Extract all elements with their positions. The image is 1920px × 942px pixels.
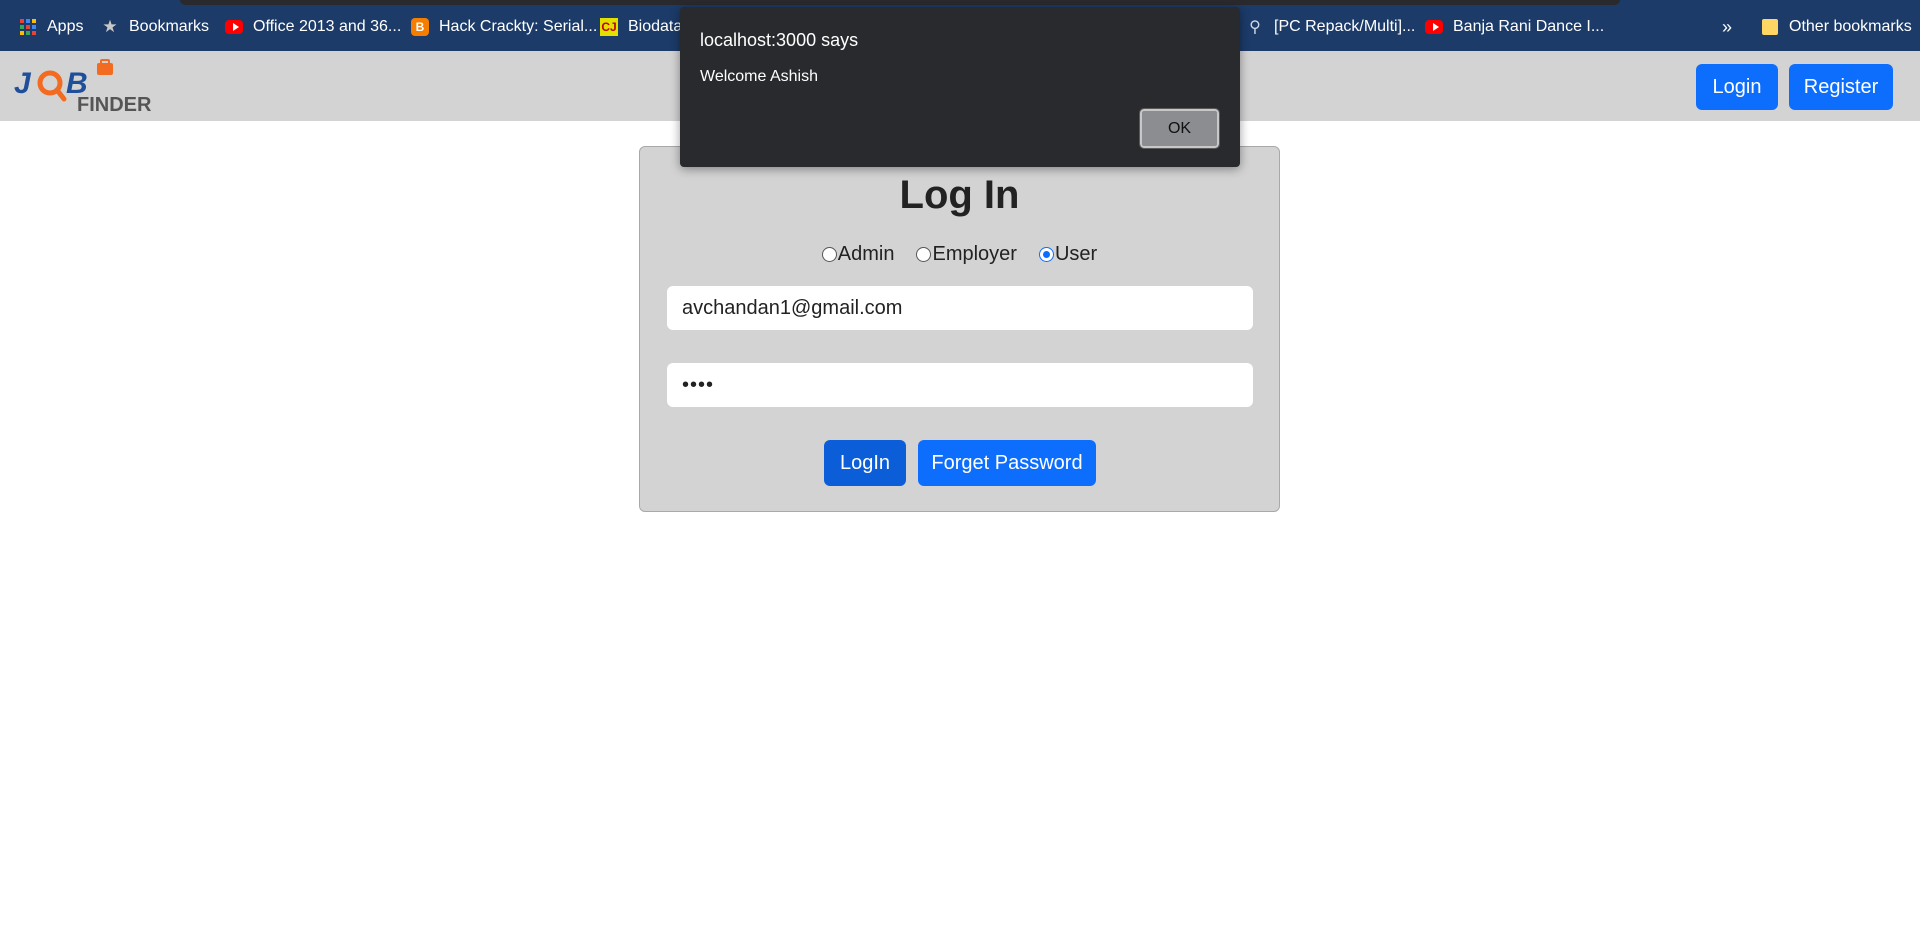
- dialog-message: Welcome Ashish: [700, 68, 818, 85]
- role-option-employer[interactable]: Employer: [916, 243, 1017, 266]
- password-value: ••••: [682, 373, 715, 396]
- logo-graphic: J B FINDER: [14, 59, 152, 116]
- forget-password-button[interactable]: Forget Password: [918, 440, 1096, 486]
- blogger-icon: B: [411, 18, 429, 36]
- bookmark-item-label: [PC Repack/Multi]...: [1274, 18, 1416, 35]
- star-icon: ★: [102, 17, 118, 36]
- bookmark-bookmarks[interactable]: ★ Bookmarks: [101, 16, 209, 38]
- alert-dialog: localhost:3000 says Welcome Ashish OK: [680, 7, 1240, 167]
- bookmark-item-label: Hack Crackty: Serial...: [439, 18, 598, 35]
- admin-label: Admin: [837, 243, 895, 265]
- bookmark-item-label: Biodata: [628, 18, 683, 35]
- bookmarks-overflow-button[interactable]: »: [1722, 16, 1732, 38]
- bookmark-item[interactable]: B Hack Crackty: Serial...: [411, 16, 597, 38]
- bookmark-item[interactable]: ⚲ [PC Repack/Multi]...: [1246, 16, 1415, 38]
- folder-icon: [1761, 18, 1779, 36]
- nav-register-button[interactable]: Register: [1789, 64, 1893, 110]
- bookmark-item[interactable]: CJ Biodata: [600, 16, 682, 38]
- email-field[interactable]: avchandan1@gmail.com: [667, 286, 1253, 330]
- bookmark-item[interactable]: Office 2013 and 36...: [225, 16, 401, 38]
- login-button[interactable]: LogIn: [824, 440, 906, 486]
- bookmark-item[interactable]: Banja Rani Dance I...: [1425, 16, 1604, 38]
- svg-text:FINDER: FINDER: [77, 94, 152, 113]
- bookmark-other[interactable]: Other bookmarks: [1761, 16, 1912, 38]
- bookmark-apps-label: Apps: [47, 18, 84, 35]
- svg-text:J: J: [14, 67, 32, 100]
- job-finder-logo[interactable]: J B FINDER: [14, 59, 154, 116]
- controller-icon: ⚲: [1249, 19, 1261, 36]
- role-selector: Admin Employer User: [640, 243, 1279, 266]
- bookmark-item-label: Banja Rani Dance I...: [1453, 18, 1605, 35]
- bookmark-apps[interactable]: Apps: [19, 16, 83, 38]
- user-label: User: [1054, 243, 1098, 265]
- tab-strip: [180, 0, 1620, 5]
- role-option-admin[interactable]: Admin: [821, 243, 895, 266]
- email-value: avchandan1@gmail.com: [682, 296, 903, 319]
- employer-radio[interactable]: [916, 247, 932, 262]
- dialog-title: localhost:3000 says: [700, 30, 859, 50]
- ok-button[interactable]: OK: [1139, 108, 1220, 149]
- admin-radio[interactable]: [821, 247, 837, 262]
- apps-grid-icon: [19, 18, 37, 36]
- employer-label: Employer: [932, 243, 1017, 265]
- double-chevron-icon: »: [1722, 16, 1733, 37]
- youtube-icon: [225, 18, 243, 36]
- youtube-icon: [1425, 18, 1443, 36]
- nav-login-button[interactable]: Login: [1696, 64, 1778, 110]
- login-title: Log In: [899, 173, 1020, 217]
- bookmark-bookmarks-label: Bookmarks: [129, 18, 210, 35]
- role-option-user[interactable]: User: [1038, 243, 1098, 266]
- bookmark-other-label: Other bookmarks: [1789, 18, 1912, 35]
- cj-icon: CJ: [600, 18, 618, 36]
- bookmark-item-label: Office 2013 and 36...: [253, 18, 402, 35]
- user-radio[interactable]: [1038, 247, 1054, 262]
- login-card: Log In Admin Employer User avchandan1@gm…: [639, 146, 1280, 512]
- password-field[interactable]: ••••: [667, 363, 1253, 407]
